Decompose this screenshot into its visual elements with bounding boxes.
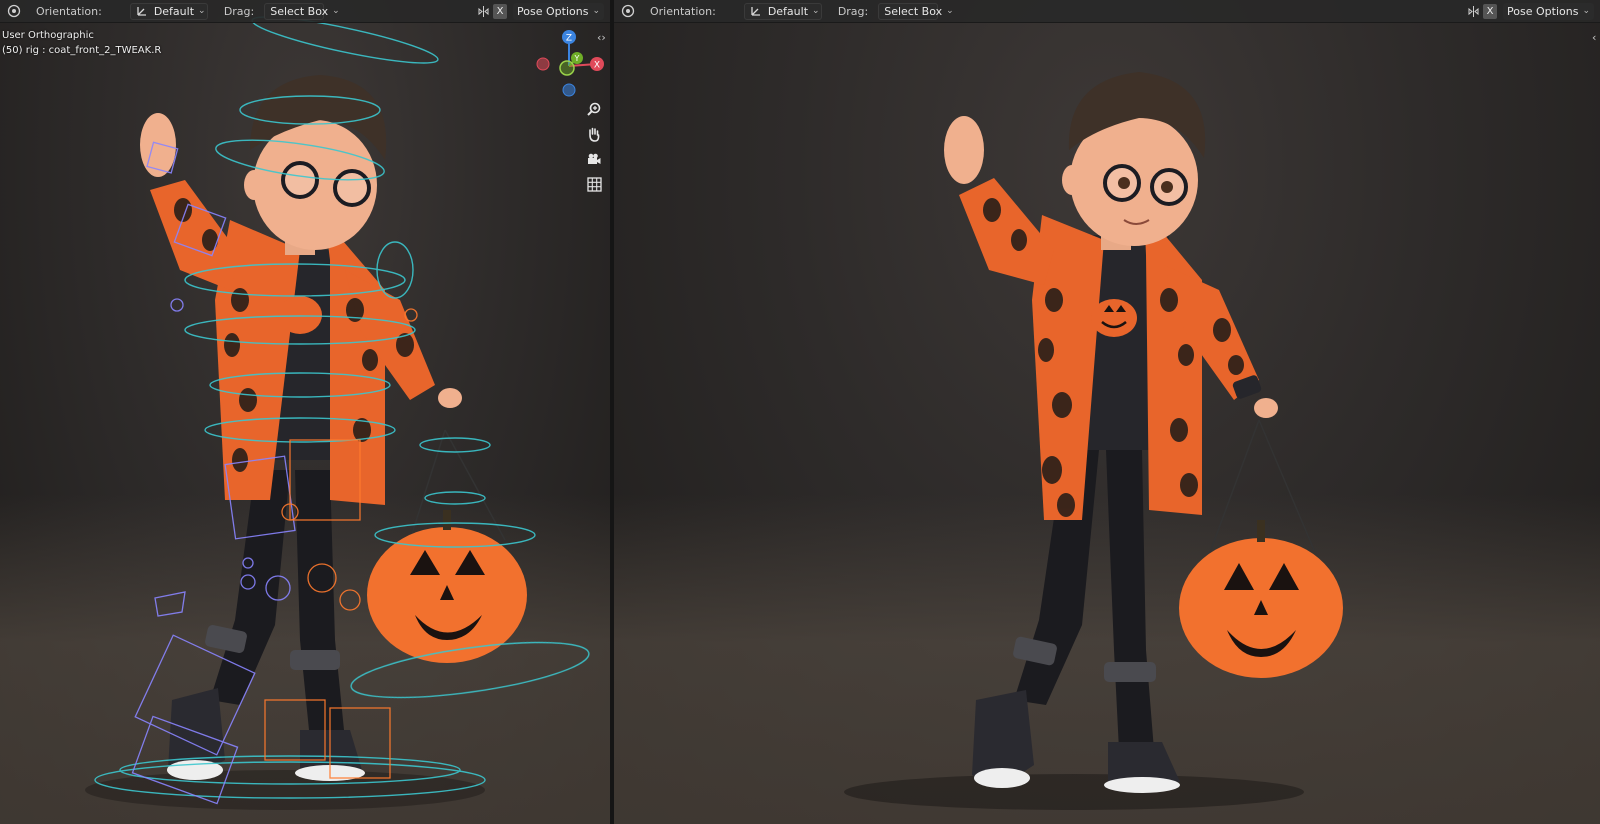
transform-pivot-icon[interactable] bbox=[6, 3, 22, 19]
chevron-down-icon: ⌄ bbox=[812, 6, 820, 16]
character-rig-render[interactable] bbox=[0, 0, 610, 824]
pose-options-label: Pose Options bbox=[517, 4, 589, 18]
pose-options-dropdown[interactable]: Pose Options ⌄ bbox=[513, 2, 604, 20]
gizmo-x-label: X bbox=[594, 61, 600, 71]
viewport-header: Orientation: Default ⌄ Drag: Select Box … bbox=[614, 0, 1600, 23]
ortho-grid-icon[interactable] bbox=[583, 173, 605, 195]
viewport-left[interactable]: Orientation: Default ⌄ Drag: Select Box … bbox=[0, 0, 610, 824]
orientation-gizmo-icon bbox=[750, 5, 762, 17]
orientation-value: Default bbox=[153, 4, 195, 18]
header-right-controls: X Pose Options ⌄ bbox=[476, 2, 604, 20]
orientation-dropdown[interactable]: Default ⌄ bbox=[129, 2, 208, 20]
navigation-gizmo[interactable]: Z X Y bbox=[534, 28, 604, 98]
gizmo-y-label: Y bbox=[574, 54, 580, 63]
viewport-header: Orientation: Default ⌄ Drag: Select Box … bbox=[0, 0, 610, 23]
chevron-down-icon: ⌄ bbox=[592, 6, 600, 16]
drag-value: Select Box bbox=[884, 4, 943, 18]
mirror-x-toggle[interactable]: X bbox=[493, 3, 508, 19]
transform-pivot-icon[interactable] bbox=[620, 3, 636, 19]
gizmo-axis-neg-z[interactable] bbox=[562, 83, 576, 97]
drag-dropdown[interactable]: Select Box ⌄ bbox=[264, 2, 340, 20]
mirror-pose-icon[interactable] bbox=[1466, 4, 1480, 19]
hand-pan-icon[interactable] bbox=[583, 123, 605, 145]
chevron-down-icon: ⌄ bbox=[1582, 6, 1590, 16]
camera-view-icon[interactable] bbox=[583, 148, 605, 170]
collapse-arrows-icon[interactable]: ‹ bbox=[1592, 31, 1596, 44]
orientation-dropdown[interactable]: Default ⌄ bbox=[743, 2, 822, 20]
pose-options-label: Pose Options bbox=[1507, 4, 1579, 18]
collapse-arrows-icon[interactable]: ‹› bbox=[597, 31, 606, 44]
gizmo-z-label: Z bbox=[566, 34, 572, 44]
zoom-icon[interactable] bbox=[583, 98, 605, 120]
viewport-right[interactable]: Orientation: Default ⌄ Drag: Select Box … bbox=[614, 0, 1600, 824]
chevron-down-icon: ⌄ bbox=[332, 6, 340, 16]
orientation-label: Orientation: bbox=[650, 4, 716, 18]
chevron-down-icon: ⌄ bbox=[946, 6, 954, 16]
gizmo-axis-neg-x[interactable] bbox=[536, 57, 550, 71]
gizmo-axis-neg-y[interactable] bbox=[559, 60, 575, 76]
drag-label: Drag: bbox=[837, 4, 869, 18]
orientation-label: Orientation: bbox=[36, 4, 102, 18]
drag-value: Select Box bbox=[270, 4, 329, 18]
mirror-pose-icon[interactable] bbox=[476, 4, 490, 19]
view-name: User Orthographic bbox=[2, 30, 94, 41]
drag-label: Drag: bbox=[223, 4, 255, 18]
orientation-value: Default bbox=[767, 4, 809, 18]
active-object-name: (50) rig : coat_front_2_TWEAK.R bbox=[2, 45, 162, 56]
orientation-gizmo-icon bbox=[136, 5, 148, 17]
character-render[interactable] bbox=[614, 0, 1600, 824]
drag-dropdown[interactable]: Select Box ⌄ bbox=[878, 2, 954, 20]
viewport-info-overlay: User Orthographic (50) rig : coat_front_… bbox=[2, 28, 161, 58]
pose-options-dropdown[interactable]: Pose Options ⌄ bbox=[1503, 2, 1594, 20]
mirror-x-toggle[interactable]: X bbox=[1483, 3, 1498, 19]
chevron-down-icon: ⌄ bbox=[198, 6, 206, 16]
header-right-controls: X Pose Options ⌄ bbox=[1466, 2, 1594, 20]
